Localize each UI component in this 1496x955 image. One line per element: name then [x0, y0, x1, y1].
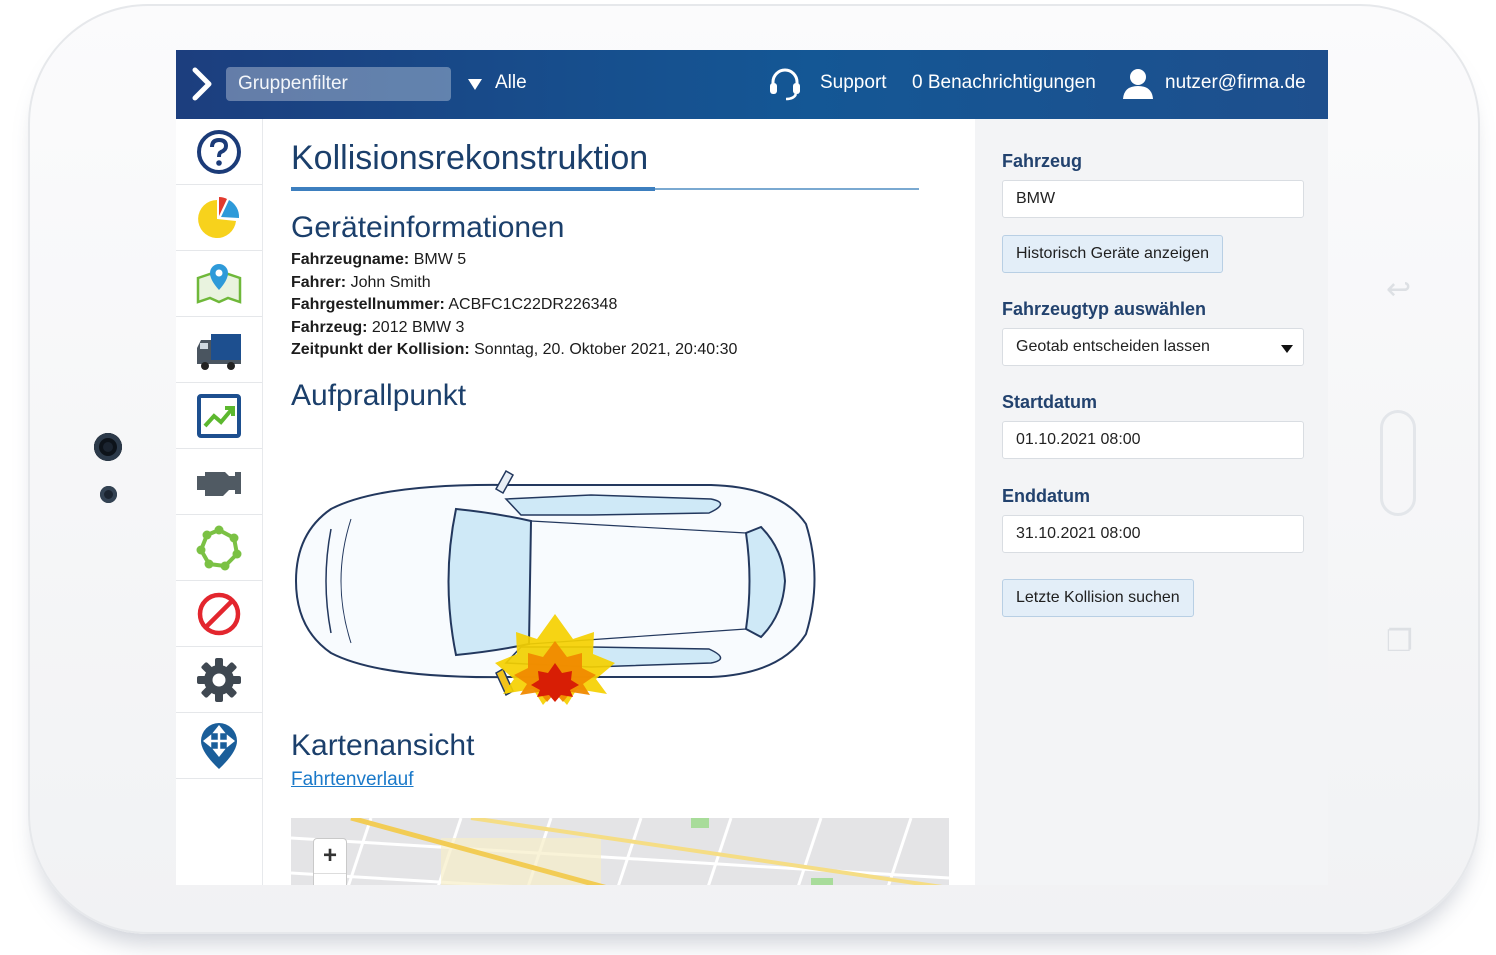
sidebar-item-reports[interactable]	[176, 185, 262, 251]
info-row-driver: Fahrer: John Smith	[291, 273, 431, 291]
gear-icon	[197, 657, 241, 702]
vehicle-input[interactable]: BMW	[1002, 180, 1304, 218]
prohibited-icon	[197, 592, 241, 635]
user-icon[interactable]	[1121, 66, 1155, 100]
map-pin-icon	[196, 263, 242, 304]
sidebar-empty-slot	[176, 779, 262, 845]
home-button[interactable]	[1380, 410, 1416, 516]
zoom-in-button[interactable]: +	[314, 839, 346, 873]
filter-panel: Fahrzeug BMW Historisch Geräte anzeigen …	[975, 119, 1328, 885]
impact-heading: Aufprallpunkt	[291, 379, 467, 412]
copy-icon[interactable]: ❐	[1386, 624, 1413, 659]
group-filter-value[interactable]: Alle	[495, 72, 527, 94]
user-account[interactable]: nutzer@firma.de	[1165, 72, 1306, 94]
map-heading: Kartenansicht	[291, 729, 475, 762]
pie-chart-icon	[198, 196, 240, 238]
device-info-list: Fahrzeugname: BMW 5 Fahrer: John Smith F…	[291, 249, 737, 362]
side-windows-top	[504, 494, 722, 516]
trend-chart-icon	[197, 393, 241, 438]
zoom-control: + −	[313, 838, 347, 885]
trip-history-link[interactable]: Fahrtenverlauf	[291, 769, 414, 791]
page-title: Kollisionsrekonstruktion	[291, 139, 649, 177]
engine-icon	[197, 471, 241, 496]
notifications-link[interactable]: 0 Benachrichtigungen	[912, 72, 1096, 94]
support-link[interactable]: Support	[820, 72, 887, 94]
vehicle-label: Fahrzeug	[1002, 151, 1083, 171]
main-content: Kollisionsrekonstruktion Geräteinformati…	[263, 119, 973, 885]
camera-lens	[94, 433, 122, 461]
sidebar-item-marketplace[interactable]	[176, 713, 262, 779]
info-row-collision-time: Zeitpunkt der Kollision: Sonntag, 20. Ok…	[291, 341, 738, 358]
start-date-input[interactable]: 01.10.2021 08:00	[1002, 421, 1304, 459]
start-date-label: Startdatum	[1002, 392, 1098, 412]
help-icon	[197, 129, 241, 174]
camera-sensor	[100, 486, 117, 503]
sidebar-item-help[interactable]	[176, 119, 262, 185]
sidebar-item-engine[interactable]	[176, 449, 262, 515]
move-pin-icon	[201, 722, 237, 769]
map-view[interactable]: + −	[291, 818, 949, 885]
history-devices-button[interactable]: Historisch Geräte anzeigen	[1002, 235, 1223, 273]
car-impact-diagram	[294, 469, 816, 705]
app-screen: Gruppenfilter Alle Support 0 Benachricht…	[176, 50, 1328, 885]
sidebar-item-zones[interactable]	[176, 515, 262, 581]
vehicle-type-select[interactable]: Geotab entscheiden lassen	[1002, 328, 1304, 366]
sidebar-item-settings[interactable]	[176, 647, 262, 713]
dropdown-triangle-icon[interactable]	[468, 79, 482, 90]
headset-icon[interactable]	[768, 67, 802, 101]
menu-chevron-icon[interactable]	[188, 66, 218, 102]
info-row-vehicle-name: Fahrzeugname: BMW 5	[291, 251, 467, 268]
group-filter-input[interactable]: Gruppenfilter	[226, 67, 451, 101]
truck-icon	[197, 333, 241, 370]
info-row-vin: Fahrgestellnummer: ACBFC1C22DR226348	[291, 296, 618, 313]
find-last-collision-button[interactable]: Letzte Kollision suchen	[1002, 579, 1194, 617]
vehicle-type-label: Fahrzeugtyp auswählen	[1002, 299, 1207, 319]
sidebar	[176, 119, 263, 885]
back-icon[interactable]: ↩	[1386, 272, 1411, 307]
vehicle-type-value: Geotab entscheiden lassen	[1016, 338, 1210, 355]
title-underline-accent	[291, 187, 655, 191]
info-row-vehicle: Fahrzeug: 2012 BMW 3	[291, 318, 465, 336]
sidebar-item-vehicles[interactable]	[176, 317, 262, 383]
sidebar-item-exceptions[interactable]	[176, 581, 262, 647]
sidebar-item-activity[interactable]	[176, 383, 262, 449]
zone-icon	[196, 525, 242, 570]
end-date-input[interactable]: 31.10.2021 08:00	[1002, 515, 1304, 553]
device-info-heading: Geräteinformationen	[291, 211, 565, 244]
sidebar-item-map[interactable]	[176, 251, 262, 317]
top-bar: Gruppenfilter Alle Support 0 Benachricht…	[176, 50, 1328, 119]
end-date-label: Enddatum	[1002, 486, 1090, 506]
map-streets	[291, 818, 949, 885]
select-arrow-icon	[1281, 345, 1293, 353]
zoom-out-button[interactable]: −	[314, 874, 346, 885]
